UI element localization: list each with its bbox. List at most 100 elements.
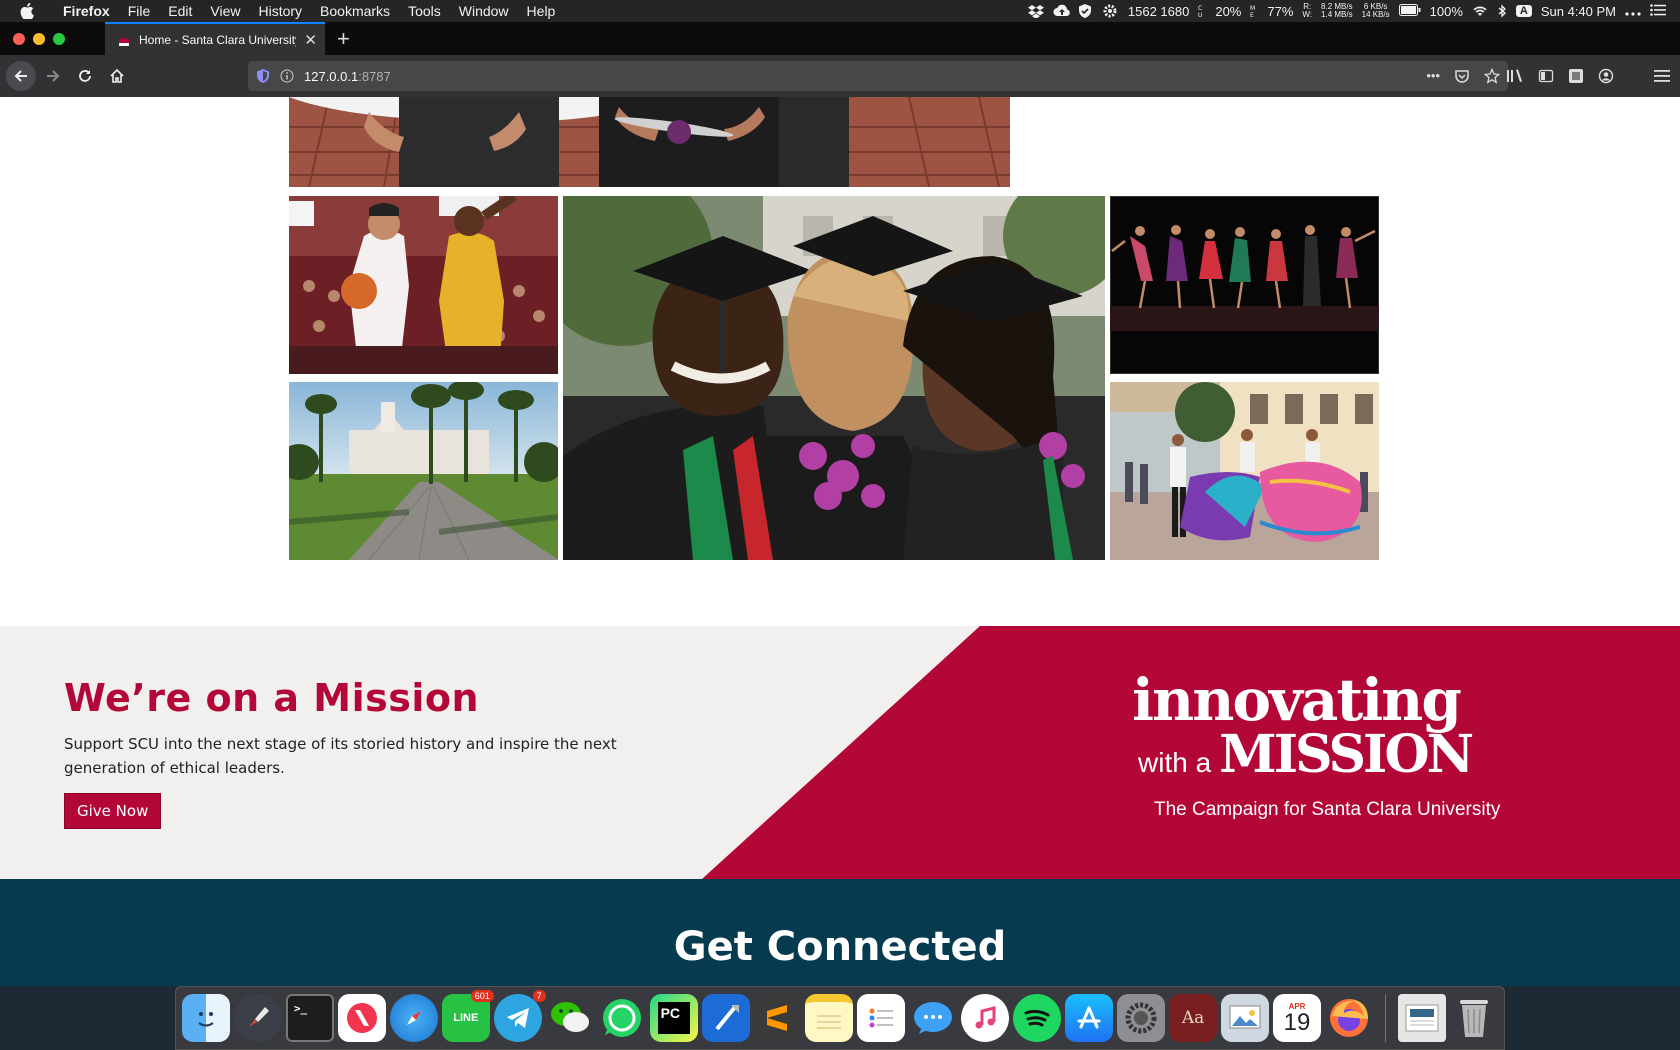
apple-menu-icon[interactable] [0,3,54,19]
page-content: We’re on a Mission Support SCU into the … [0,97,1680,986]
zoom-window-button[interactable] [53,32,65,45]
sidebar-icon[interactable] [1538,68,1554,84]
url-bar[interactable]: 127.0.0.1:8787 ••• [248,61,1508,91]
calendar-icon[interactable]: APR 19 [1273,994,1321,1042]
mission-campus-photo [289,382,558,560]
svg-text:E: E [1250,12,1254,18]
menubar-clock[interactable]: Sun 4:40 PM [1541,4,1616,19]
system-preferences-icon[interactable] [1117,994,1166,1042]
close-window-button[interactable] [13,32,25,45]
url-host: 127.0.0.1 [304,68,359,84]
notification-center-icon[interactable] [1650,4,1666,18]
input-source-badge[interactable]: A [1515,5,1532,17]
new-tab-button[interactable]: + [325,22,362,55]
sublime-text-icon[interactable] [753,994,802,1042]
dance-performance-photo [1110,196,1379,374]
dock-separator [1384,994,1386,1042]
home-button[interactable] [102,61,132,91]
menu-tools[interactable]: Tools [399,3,450,19]
home-icon [110,68,124,83]
reminders-icon[interactable] [857,994,906,1042]
trash-icon[interactable] [1450,994,1498,1042]
telegram-icon[interactable]: 7 [493,990,546,1042]
more-dots-icon[interactable] [1625,4,1641,18]
mission-description: Support SCU into the next stage of its s… [64,735,617,777]
app-store-icon[interactable] [1065,994,1114,1042]
arrow-left-icon [14,70,27,82]
extension-icon[interactable] [1568,68,1584,84]
logo-mission: MISSION [1219,724,1474,785]
menu-window[interactable]: Window [450,3,518,19]
launchpad-icon[interactable] [233,994,282,1042]
shield-vpn-icon[interactable] [1078,4,1094,18]
wifi-icon[interactable] [1472,4,1488,18]
battery-percent: 100% [1429,3,1463,19]
finder-icon[interactable] [182,994,230,1042]
folklorico-dance-photo [1110,382,1379,560]
give-now-button[interactable]: Give Now [64,793,162,829]
disk-write-rate: 1.4 MB/s [1321,10,1353,19]
notes-icon[interactable] [805,994,854,1042]
browser-nav-bar: 127.0.0.1:8787 ••• [0,55,1680,97]
cpu-usage: 20% [1215,3,1242,19]
line-icon[interactable]: LINE 601 [441,990,494,1042]
battery-icon[interactable] [1398,4,1421,18]
itunes-icon[interactable] [961,994,1010,1042]
page-actions-icon[interactable]: ••• [1426,68,1440,84]
reload-button[interactable] [70,61,100,91]
library-icon[interactable] [1506,68,1524,84]
xcode-icon[interactable] [701,994,750,1042]
bluetooth-icon[interactable] [1497,4,1507,18]
url-text[interactable]: 127.0.0.1:8787 [304,69,391,84]
terminal-icon[interactable]: >_ [285,994,334,1042]
get-connected-section: Get Connected [0,879,1680,986]
spotify-icon[interactable] [1013,994,1062,1042]
svg-text:M: M [1250,5,1255,12]
firefox-icon[interactable] [1325,994,1373,1042]
bookmark-star-icon[interactable] [1484,68,1500,84]
toolbar-right [1506,61,1670,91]
graduates-photo [563,196,1105,560]
site-info-icon[interactable] [280,69,294,83]
forward-button[interactable] [38,61,68,91]
back-button[interactable] [6,61,36,91]
macos-dock: >_ LINE 601 7 PC Aa APR 19 [175,986,1505,1050]
cpu-icon: CU [1198,4,1206,19]
svg-text:U: U [1198,12,1202,18]
pycharm-icon[interactable]: PC [649,994,698,1042]
window-controls [0,32,105,45]
messages-icon[interactable] [909,994,957,1042]
tab-active[interactable]: Home - Santa Clara University ✕ [105,22,325,55]
menu-bookmarks[interactable]: Bookmarks [311,3,399,19]
preview-icon[interactable] [1221,994,1270,1042]
disk-io-rates: 8.2 MB/s 1.4 MB/s [1321,3,1353,19]
logo-innovating: innovating [1132,666,1462,734]
whatsapp-icon[interactable] [598,994,646,1042]
news-icon[interactable] [337,994,386,1042]
dictionary-icon[interactable]: Aa [1169,994,1218,1042]
dropbox-icon[interactable] [1027,4,1044,19]
close-tab-icon[interactable]: ✕ [304,31,317,49]
minimize-window-button[interactable] [33,32,45,45]
status-area: 1562 1680 CU 20% ME 77% R: W: 8.2 MB/s 1.4… [1027,3,1680,19]
tracking-shield-icon[interactable] [256,69,270,83]
reload-icon [79,70,91,82]
menu-view[interactable]: View [201,3,249,19]
cloud-upload-icon[interactable] [1053,4,1070,18]
wechat-icon[interactable] [546,994,594,1042]
campaign-logo[interactable]: innovating with a MISSION The Campaign f… [1110,670,1550,821]
menu-history[interactable]: History [249,3,311,19]
calendar-day: 19 [1283,1008,1311,1036]
pocket-icon[interactable] [1454,68,1470,84]
url-actions: ••• [1426,68,1500,84]
menu-file[interactable]: File [119,3,160,19]
hamburger-menu-icon[interactable] [1654,69,1670,83]
menu-help[interactable]: Help [518,3,565,19]
account-icon[interactable] [1598,68,1614,84]
menu-edit[interactable]: Edit [159,3,201,19]
safari-icon[interactable] [389,994,438,1042]
mission-banner: We’re on a Mission Support SCU into the … [0,626,1680,879]
gear-stats-icon[interactable] [1103,4,1119,18]
menu-app-name[interactable]: Firefox [54,3,119,19]
recent-document-icon[interactable] [1397,994,1446,1042]
